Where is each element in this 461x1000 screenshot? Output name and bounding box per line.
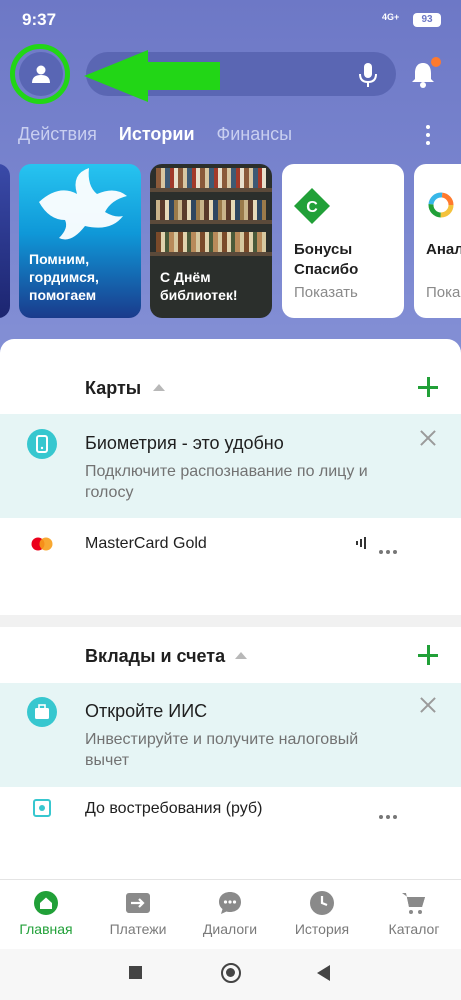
- nav-label: Каталог: [388, 921, 440, 937]
- promo-subtitle: Подключите распознавание по лицу и голос…: [85, 463, 368, 501]
- tab-finance[interactable]: Финансы: [217, 124, 293, 148]
- story-title: Анал фина: [426, 241, 461, 258]
- story-card-analytics[interactable]: Анал фина Пока: [414, 164, 461, 318]
- promo-title: Биометрия - это удобно: [85, 433, 284, 453]
- tab-stories[interactable]: Истории: [119, 124, 195, 148]
- collapse-caret-icon[interactable]: [235, 652, 247, 659]
- nav-history[interactable]: История: [276, 880, 368, 950]
- phone-icon: [27, 429, 57, 459]
- notification-badge: [431, 57, 441, 67]
- home-icon: [34, 891, 58, 915]
- account-name: До востребования (руб): [85, 800, 263, 817]
- annotation-arrow-icon: [84, 50, 220, 102]
- add-deposit-button[interactable]: [418, 645, 438, 665]
- mastercard-icon: [31, 537, 53, 551]
- deposits-section-title[interactable]: Вклады и счета: [85, 646, 225, 667]
- dove-icon: [39, 168, 127, 240]
- story-card-library[interactable]: С Днём библиотек!: [150, 164, 272, 318]
- cart-icon: [402, 893, 425, 914]
- payments-icon: [126, 893, 150, 913]
- system-navigation-bar: [0, 949, 461, 1000]
- nav-home[interactable]: Главная: [0, 880, 92, 950]
- story-card-remember[interactable]: Помним, гордимся, помогаем: [19, 164, 141, 318]
- briefcase-icon: [27, 697, 57, 727]
- cards-section-title[interactable]: Карты: [85, 378, 141, 399]
- home-button[interactable]: [221, 963, 241, 983]
- nav-label: Главная: [19, 921, 73, 937]
- recent-apps-button[interactable]: [129, 966, 142, 979]
- status-bar: 9:37 4G+ 93: [0, 0, 461, 40]
- contactless-icon: [356, 537, 366, 549]
- tab-actions[interactable]: Действия: [18, 124, 97, 148]
- clock-icon: [310, 891, 334, 915]
- nav-label: Платежи: [109, 921, 167, 937]
- battery-icon: 93: [413, 13, 441, 27]
- annotation-circle: [10, 44, 70, 104]
- section-divider: [0, 615, 461, 627]
- iis-promo[interactable]: Откройте ИИС Инвестируйте и получите нал…: [0, 683, 461, 787]
- account-more-icon[interactable]: [379, 806, 403, 819]
- nav-dialogs[interactable]: Диалоги: [184, 880, 276, 950]
- card-name: MasterCard Gold: [85, 535, 207, 552]
- network-indicator: 4G+: [382, 12, 400, 22]
- chat-icon: [219, 892, 241, 914]
- stories-carousel: Помним, гордимся, помогаем С Днём библио…: [0, 164, 461, 320]
- status-time: 9:37: [22, 10, 57, 29]
- nav-payments[interactable]: Платежи: [92, 880, 184, 950]
- microphone-icon[interactable]: [356, 62, 380, 88]
- bottom-navigation: Главная Платежи Диалоги История Каталог: [0, 879, 461, 949]
- nav-label: Диалоги: [202, 921, 258, 937]
- back-button[interactable]: [317, 965, 330, 981]
- biometry-promo[interactable]: Биометрия - это удобно Подключите распоз…: [0, 414, 461, 518]
- close-icon[interactable]: [420, 697, 436, 713]
- header-tabs: Действия Истории Финансы: [18, 124, 292, 148]
- nav-catalog[interactable]: Каталог: [368, 880, 460, 950]
- story-card-partial[interactable]: [0, 164, 10, 318]
- nav-label: История: [294, 921, 350, 937]
- add-card-button[interactable]: [418, 377, 438, 397]
- story-card-bonus[interactable]: С Бонусы Спасибо Показать: [282, 164, 404, 318]
- spasibo-logo-icon: С: [294, 188, 330, 224]
- story-subtitle: Пока: [426, 284, 461, 301]
- close-icon[interactable]: [420, 430, 436, 446]
- collapse-caret-icon[interactable]: [153, 384, 165, 391]
- story-text: С Днём библиотек!: [160, 269, 238, 303]
- more-options-icon[interactable]: [424, 125, 432, 147]
- card-more-icon[interactable]: [379, 541, 403, 554]
- promo-subtitle: Инвестируйте и получите налоговый вычет: [85, 731, 359, 769]
- story-text: Помним, гордимся, помогаем: [29, 251, 99, 303]
- svg-text:С: С: [306, 199, 318, 216]
- story-subtitle: Показать: [294, 284, 358, 301]
- promo-title: Откройте ИИС: [85, 701, 208, 721]
- safe-icon: [33, 799, 51, 817]
- donut-chart-icon: [428, 192, 454, 218]
- story-title: Бонусы Спасибо: [294, 241, 359, 278]
